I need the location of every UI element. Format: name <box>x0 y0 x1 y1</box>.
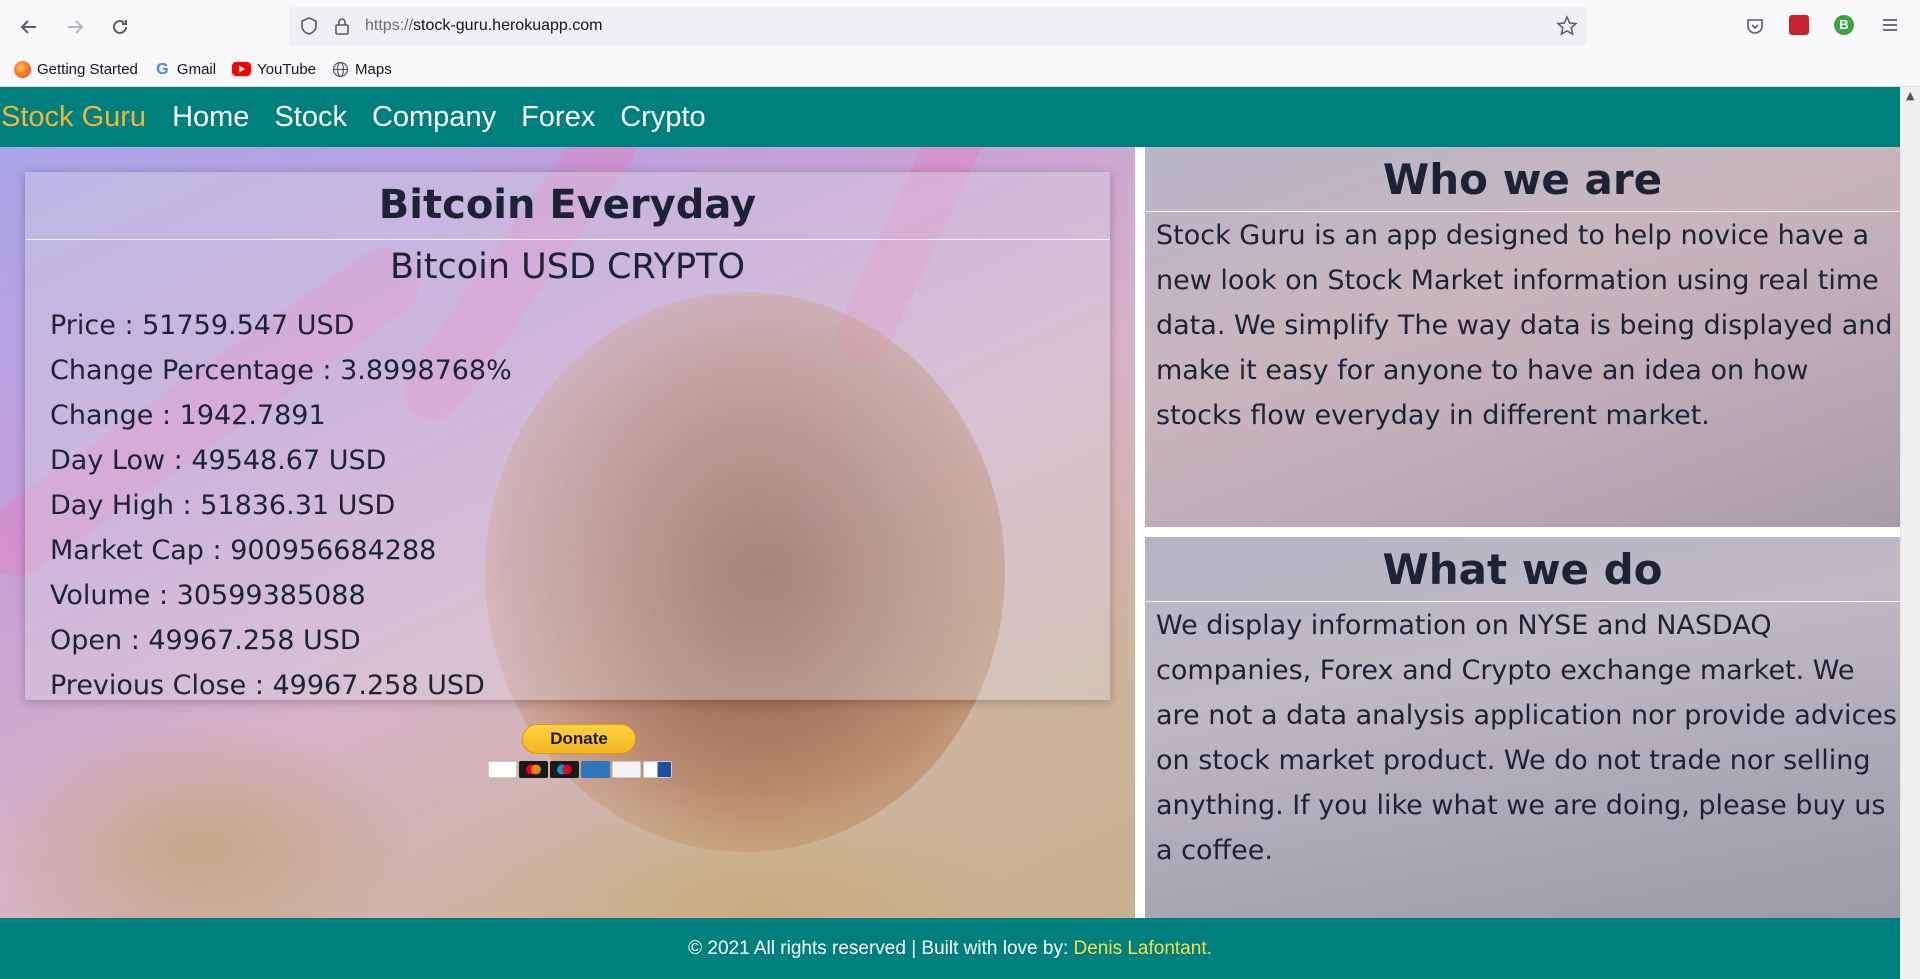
youtube-icon <box>232 62 252 76</box>
bookmark-label: Getting Started <box>37 60 138 78</box>
footer: © 2021 All rights reserved | Built with … <box>0 918 1900 979</box>
url-host: stock-guru.herokuapp.com <box>413 17 603 34</box>
browser-toolbar: https://stock-guru.herokuapp.com B <box>0 6 1920 48</box>
bank-card-icon <box>643 761 672 778</box>
what-we-do-panel: What we do We display information on NYS… <box>1145 537 1900 918</box>
mastercard-icon <box>519 761 548 778</box>
url-text[interactable]: https://stock-guru.herokuapp.com <box>365 17 602 35</box>
back-icon[interactable] <box>14 12 44 42</box>
bookmark-youtube[interactable]: YouTube <box>232 61 316 78</box>
brand-link[interactable]: Stock Guru <box>1 101 146 134</box>
card-divider <box>25 239 1110 240</box>
page-scrollbar[interactable]: ▲ <box>1900 87 1920 979</box>
crypto-card: Bitcoin Everyday Bitcoin USD CRYPTO Pric… <box>25 172 1110 701</box>
paypal-donate: Donate <box>488 724 673 784</box>
card-title: Bitcoin Everyday <box>378 182 757 228</box>
quote-change-percentage: Change Percentage : 3.8998768% <box>50 355 512 386</box>
what-we-do-title: What we do <box>1382 545 1663 594</box>
who-we-are-title: Who we are <box>1382 155 1663 204</box>
globe-icon <box>332 61 349 78</box>
quote-list: Price : 51759.547 USD Change Percentage … <box>50 303 512 708</box>
pocket-icon[interactable] <box>1745 16 1765 40</box>
section-divider <box>1145 211 1900 212</box>
url-bar[interactable]: https://stock-guru.herokuapp.com <box>289 7 1586 46</box>
shield-icon[interactable] <box>299 16 319 40</box>
forward-icon[interactable] <box>60 12 90 42</box>
star-icon[interactable] <box>1556 15 1578 41</box>
who-we-are-text: Stock Guru is an app designed to help no… <box>1156 220 1893 431</box>
bookmarks-bar: Getting Started G Gmail YouTube Maps <box>14 57 408 81</box>
nav-link-forex[interactable]: Forex <box>521 101 595 134</box>
scroll-up-icon[interactable]: ▲ <box>1906 89 1914 102</box>
card-subtitle: Bitcoin USD CRYPTO <box>390 247 745 287</box>
who-we-are-panel: Who we are Stock Guru is an app designed… <box>1145 147 1900 527</box>
nav-link-stock[interactable]: Stock <box>274 101 347 134</box>
menu-icon[interactable] <box>1880 15 1900 39</box>
bookmark-label: Gmail <box>176 60 217 78</box>
quote-day-high: Day High : 51836.31 USD <box>50 490 396 521</box>
browser-chrome: https://stock-guru.herokuapp.com B Getti… <box>0 0 1920 87</box>
what-we-do-text: We display information on NYSE and NASDA… <box>1156 610 1897 866</box>
bitcoin-panel: Bitcoin Everyday Bitcoin USD CRYPTO Pric… <box>0 147 1135 918</box>
bookmark-label: Maps <box>355 60 392 78</box>
maestro-icon <box>550 761 579 778</box>
visa-icon <box>488 761 517 778</box>
footer-copyright: © 2021 All rights reserved | Built with … <box>688 938 1074 959</box>
firefox-icon <box>14 60 31 78</box>
quote-previous-close: Previous Close : 49967.258 USD <box>50 670 485 701</box>
reload-icon[interactable] <box>105 12 135 42</box>
quote-open: Open : 49967.258 USD <box>50 625 361 656</box>
google-icon: G <box>156 60 169 78</box>
payment-cards <box>488 761 672 778</box>
profile-avatar[interactable]: B <box>1834 15 1854 35</box>
quote-price: Price : 51759.547 USD <box>50 310 355 341</box>
footer-author-link[interactable]: Denis Lafontant. <box>1074 938 1212 959</box>
quote-change: Change : 1942.7891 <box>50 400 326 431</box>
nav-link-home[interactable]: Home <box>172 101 249 134</box>
section-divider <box>1145 601 1900 602</box>
amex-icon <box>581 761 610 778</box>
discover-icon <box>612 761 641 778</box>
bookmark-gmail[interactable]: G Gmail <box>154 61 216 78</box>
donate-button[interactable]: Donate <box>522 724 636 754</box>
bookmark-maps[interactable]: Maps <box>332 61 392 78</box>
top-navbar: Stock Guru Home Stock Company Forex Cryp… <box>0 87 1900 147</box>
quote-market-cap: Market Cap : 900956684288 <box>50 535 437 566</box>
page: Stock Guru Home Stock Company Forex Cryp… <box>0 87 1900 979</box>
quote-day-low: Day Low : 49548.67 USD <box>50 445 387 476</box>
bookmark-label: YouTube <box>257 60 317 78</box>
url-scheme: https:// <box>365 17 414 34</box>
bookmark-getting-started[interactable]: Getting Started <box>14 60 138 78</box>
quote-volume: Volume : 30599385088 <box>50 580 366 611</box>
extension-icon[interactable] <box>1789 15 1809 35</box>
lock-icon[interactable] <box>333 16 351 40</box>
nav-link-crypto[interactable]: Crypto <box>620 101 705 134</box>
nav-link-company[interactable]: Company <box>372 101 496 134</box>
